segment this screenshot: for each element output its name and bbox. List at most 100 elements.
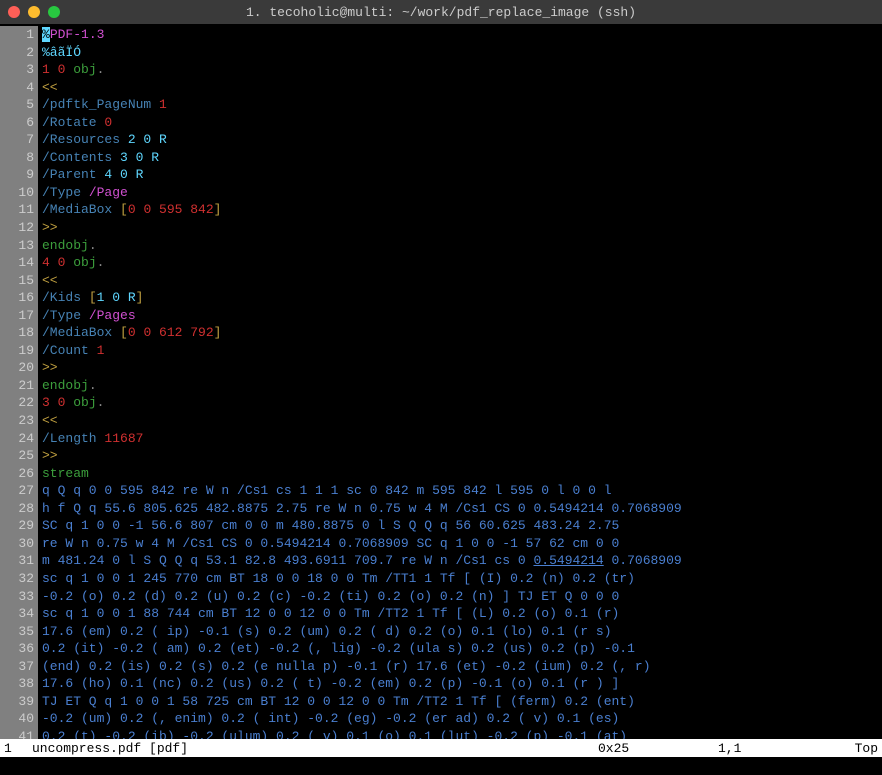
line-content[interactable]: /Count 1: [42, 342, 882, 360]
line-content[interactable]: <<: [42, 79, 882, 97]
editor-line[interactable]: 24/Length 11687: [0, 430, 882, 448]
line-content[interactable]: q Q q 0 0 595 842 re W n /Cs1 cs 1 1 1 s…: [42, 482, 882, 500]
line-content[interactable]: -0.2 (um) 0.2 (, enim) 0.2 ( int) -0.2 (…: [42, 710, 882, 728]
line-content[interactable]: re W n 0.75 w 4 M /Cs1 CS 0 0.5494214 0.…: [42, 535, 882, 553]
line-content[interactable]: /Rotate 0: [42, 114, 882, 132]
line-content[interactable]: 4 0 obj.: [42, 254, 882, 272]
line-number: 38: [0, 675, 38, 693]
editor-line[interactable]: 20>>: [0, 359, 882, 377]
editor-line[interactable]: 12>>: [0, 219, 882, 237]
editor-line[interactable]: 31 0 obj.: [0, 61, 882, 79]
line-content[interactable]: TJ ET Q q 1 0 0 1 58 725 cm BT 12 0 0 12…: [42, 693, 882, 711]
editor-line[interactable]: 41 0.2 (t) -0.2 (ib) -0.2 (ulum) 0.2 ( v)…: [0, 728, 882, 739]
line-content[interactable]: /Length 11687: [42, 430, 882, 448]
line-content[interactable]: /Kids [1 0 R]: [42, 289, 882, 307]
editor-line[interactable]: 17/Type /Pages: [0, 307, 882, 325]
editor-line[interactable]: 19/Count 1: [0, 342, 882, 360]
editor-line[interactable]: 4<<: [0, 79, 882, 97]
line-content[interactable]: stream: [42, 465, 882, 483]
editor-line[interactable]: 27q Q q 0 0 595 842 re W n /Cs1 cs 1 1 1…: [0, 482, 882, 500]
editor-line[interactable]: 3517.6 (em) 0.2 ( ip) -0.1 (s) 0.2 (um) …: [0, 623, 882, 641]
line-content[interactable]: 0.2 (it) -0.2 ( am) 0.2 (et) -0.2 (, lig…: [42, 640, 882, 658]
line-number: 41: [0, 728, 38, 739]
line-number: 19: [0, 342, 38, 360]
editor-line[interactable]: 360.2 (it) -0.2 ( am) 0.2 (et) -0.2 (, l…: [0, 640, 882, 658]
editor-line[interactable]: 10/Type /Page: [0, 184, 882, 202]
line-number: 2: [0, 44, 38, 62]
editor-line[interactable]: 8/Contents 3 0 R: [0, 149, 882, 167]
command-line[interactable]: [0, 757, 882, 775]
line-number: 3: [0, 61, 38, 79]
editor-line[interactable]: 21endobj.: [0, 377, 882, 395]
line-number: 28: [0, 500, 38, 518]
line-content[interactable]: (end) 0.2 (is) 0.2 (s) 0.2 (e nulla p) -…: [42, 658, 882, 676]
editor-line[interactable]: 26stream: [0, 465, 882, 483]
line-number: 7: [0, 131, 38, 149]
editor-line[interactable]: 25>>: [0, 447, 882, 465]
line-content[interactable]: 0.2 (t) -0.2 (ib) -0.2 (ulum) 0.2 ( v) 0…: [42, 728, 882, 739]
line-number: 16: [0, 289, 38, 307]
editor-line[interactable]: 37(end) 0.2 (is) 0.2 (s) 0.2 (e nulla p)…: [0, 658, 882, 676]
line-content[interactable]: 1 0 obj.: [42, 61, 882, 79]
editor-line[interactable]: 13endobj.: [0, 237, 882, 255]
editor-line[interactable]: 15<<: [0, 272, 882, 290]
line-content[interactable]: 17.6 (em) 0.2 ( ip) -0.1 (s) 0.2 (um) 0.…: [42, 623, 882, 641]
line-content[interactable]: SC q 1 0 0 -1 56.6 807 cm 0 0 m 480.8875…: [42, 517, 882, 535]
line-content[interactable]: /MediaBox [0 0 595 842]: [42, 201, 882, 219]
editor-line[interactable]: 39TJ ET Q q 1 0 0 1 58 725 cm BT 12 0 0 …: [0, 693, 882, 711]
close-icon[interactable]: [8, 6, 20, 18]
line-content[interactable]: -0.2 (o) 0.2 (d) 0.2 (u) 0.2 (c) -0.2 (t…: [42, 588, 882, 606]
line-content[interactable]: /Contents 3 0 R: [42, 149, 882, 167]
line-content[interactable]: /Type /Pages: [42, 307, 882, 325]
editor-line[interactable]: 11/MediaBox [0 0 595 842]: [0, 201, 882, 219]
editor-line[interactable]: 7/Resources 2 0 R: [0, 131, 882, 149]
editor-line[interactable]: 23<<: [0, 412, 882, 430]
editor-line[interactable]: 32sc q 1 0 0 1 245 770 cm BT 18 0 0 18 0…: [0, 570, 882, 588]
editor-line[interactable]: 33-0.2 (o) 0.2 (d) 0.2 (u) 0.2 (c) -0.2 …: [0, 588, 882, 606]
editor-line[interactable]: 6/Rotate 0: [0, 114, 882, 132]
line-content[interactable]: sc q 1 0 0 1 88 744 cm BT 12 0 0 12 0 0 …: [42, 605, 882, 623]
editor-line[interactable]: 2%âãÏÓ: [0, 44, 882, 62]
editor-line[interactable]: 31m 481.24 0 l S Q Q q 53.1 82.8 493.691…: [0, 552, 882, 570]
line-content[interactable]: endobj.: [42, 237, 882, 255]
editor-line[interactable]: 34sc q 1 0 0 1 88 744 cm BT 12 0 0 12 0 …: [0, 605, 882, 623]
line-content[interactable]: %âãÏÓ: [42, 44, 882, 62]
line-content[interactable]: sc q 1 0 0 1 245 770 cm BT 18 0 0 18 0 0…: [42, 570, 882, 588]
editor-line[interactable]: 5/pdftk_PageNum 1: [0, 96, 882, 114]
line-content[interactable]: 17.6 (ho) 0.1 (nc) 0.2 (us) 0.2 ( t) -0.…: [42, 675, 882, 693]
editor-line[interactable]: 40-0.2 (um) 0.2 (, enim) 0.2 ( int) -0.2…: [0, 710, 882, 728]
line-content[interactable]: endobj.: [42, 377, 882, 395]
editor-line[interactable]: 1%PDF-1.3: [0, 26, 882, 44]
editor-line[interactable]: 144 0 obj.: [0, 254, 882, 272]
line-number: 20: [0, 359, 38, 377]
line-number: 25: [0, 447, 38, 465]
line-content[interactable]: /Resources 2 0 R: [42, 131, 882, 149]
line-content[interactable]: >>: [42, 359, 882, 377]
line-content[interactable]: <<: [42, 272, 882, 290]
status-scroll: Top: [838, 741, 878, 756]
editor-line[interactable]: 9/Parent 4 0 R: [0, 166, 882, 184]
line-content[interactable]: /MediaBox [0 0 612 792]: [42, 324, 882, 342]
line-content[interactable]: /Type /Page: [42, 184, 882, 202]
line-content[interactable]: h f Q q 55.6 805.625 482.8875 2.75 re W …: [42, 500, 882, 518]
line-content[interactable]: >>: [42, 447, 882, 465]
editor-line[interactable]: 29SC q 1 0 0 -1 56.6 807 cm 0 0 m 480.88…: [0, 517, 882, 535]
editor-area[interactable]: 1%PDF-1.32%âãÏÓ31 0 obj.4<<5/pdftk_PageN…: [0, 24, 882, 739]
line-number: 18: [0, 324, 38, 342]
editor-line[interactable]: 30re W n 0.75 w 4 M /Cs1 CS 0 0.5494214 …: [0, 535, 882, 553]
line-content[interactable]: <<: [42, 412, 882, 430]
editor-line[interactable]: 3817.6 (ho) 0.1 (nc) 0.2 (us) 0.2 ( t) -…: [0, 675, 882, 693]
minimize-icon[interactable]: [28, 6, 40, 18]
editor-line[interactable]: 18/MediaBox [0 0 612 792]: [0, 324, 882, 342]
zoom-icon[interactable]: [48, 6, 60, 18]
editor-line[interactable]: 223 0 obj.: [0, 394, 882, 412]
line-content[interactable]: >>: [42, 219, 882, 237]
line-content[interactable]: /pdftk_PageNum 1: [42, 96, 882, 114]
line-content[interactable]: %PDF-1.3: [42, 26, 882, 44]
line-content[interactable]: /Parent 4 0 R: [42, 166, 882, 184]
line-number: 12: [0, 219, 38, 237]
line-content[interactable]: m 481.24 0 l S Q Q q 53.1 82.8 493.6911 …: [42, 552, 882, 570]
line-content[interactable]: 3 0 obj.: [42, 394, 882, 412]
editor-line[interactable]: 28h f Q q 55.6 805.625 482.8875 2.75 re …: [0, 500, 882, 518]
editor-line[interactable]: 16/Kids [1 0 R]: [0, 289, 882, 307]
